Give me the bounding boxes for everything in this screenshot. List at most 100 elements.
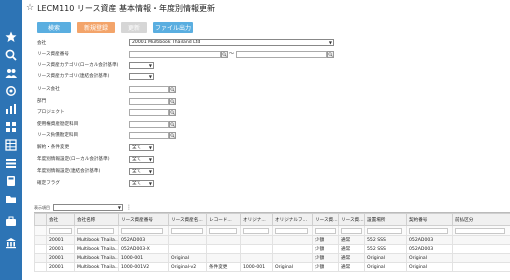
- column-filter-input[interactable]: [275, 227, 309, 234]
- column-header[interactable]: 設置場所: [364, 213, 407, 226]
- range-separator: ～: [229, 51, 235, 57]
- table-row[interactable]: 20001 Multibook Thaila... 1000-001V2 Origin…: [34, 262, 510, 272]
- table-cell: [452, 253, 510, 263]
- fy-local-select[interactable]: 全て ▼: [129, 156, 154, 163]
- debt-account-input[interactable]: [129, 132, 169, 139]
- asset-account-input[interactable]: [129, 121, 169, 128]
- column-header[interactable]: リース資産名...: [168, 213, 207, 226]
- lessor-input[interactable]: [129, 86, 169, 93]
- page-title: LECM110 リース資産 基本情報・年度別情報更新: [37, 3, 216, 13]
- project-input[interactable]: [129, 109, 169, 116]
- column-filter-input[interactable]: [209, 227, 237, 234]
- column-header[interactable]: リース資...: [312, 213, 339, 226]
- filter-cell: [312, 225, 339, 236]
- row-select-cell[interactable]: [34, 262, 47, 272]
- table-cell: [206, 253, 241, 263]
- sync-icon[interactable]: [0, 82, 22, 100]
- column-filter-input[interactable]: [409, 227, 448, 234]
- row-select-cell[interactable]: [34, 244, 47, 254]
- column-header[interactable]: リース資産番号: [118, 213, 169, 226]
- table-row[interactable]: 20001 Multibook Thaila... 052AD003-X 少額 通常 55…: [34, 244, 510, 254]
- chart-icon[interactable]: [0, 100, 22, 118]
- column-header[interactable]: 契約番号: [406, 213, 453, 226]
- column-filter-input[interactable]: [243, 227, 270, 234]
- filter-cell: [240, 225, 273, 236]
- people-icon[interactable]: [0, 64, 22, 82]
- column-filter-input[interactable]: [171, 227, 203, 234]
- column-header[interactable]: 会社: [46, 213, 75, 226]
- new-register-button[interactable]: 新規登録: [77, 22, 115, 33]
- column-filter-input[interactable]: [77, 227, 114, 234]
- lease-no-from-lookup[interactable]: [221, 51, 228, 58]
- search-icon[interactable]: [0, 46, 22, 64]
- category-consol-label: リース資産カテゴリ(連結会計基準): [37, 74, 110, 79]
- column-filter-input[interactable]: [49, 227, 72, 234]
- company-select[interactable]: 20001 Multibook Thailand Ltd ▼: [129, 39, 334, 46]
- lessor-lookup[interactable]: [169, 86, 176, 93]
- column-filter-input[interactable]: [455, 227, 505, 234]
- update-button[interactable]: 更新: [121, 22, 147, 33]
- bank-icon[interactable]: [0, 234, 22, 252]
- row-select-cell[interactable]: [34, 235, 47, 245]
- folder-icon[interactable]: [0, 190, 22, 208]
- confirm-flag-value: 全て: [132, 181, 142, 186]
- kebab-menu-icon[interactable]: ⋮: [126, 204, 132, 211]
- column-header[interactable]: 前払区分: [452, 213, 510, 226]
- favorite-star-icon[interactable]: ☆: [26, 3, 34, 13]
- category-local-label: リース資産カテゴリ(ローカル会計基準): [37, 63, 119, 68]
- column-header[interactable]: オリジナ...: [240, 213, 273, 226]
- table-cell: [272, 244, 313, 254]
- row-select-cell[interactable]: [34, 253, 47, 263]
- column-filter-input[interactable]: [121, 227, 164, 234]
- list-icon[interactable]: [0, 154, 22, 172]
- table-cell: 条件変更: [206, 262, 241, 272]
- category-local-select[interactable]: ▼: [129, 62, 154, 69]
- column-header[interactable]: リース資...: [338, 213, 365, 226]
- briefcase-icon[interactable]: [0, 212, 22, 230]
- side-nav-rail: [0, 0, 22, 280]
- lease-no-from-input[interactable]: [129, 51, 221, 58]
- asset-account-lookup[interactable]: [169, 121, 176, 128]
- debt-account-lookup[interactable]: [169, 132, 176, 139]
- star-icon[interactable]: [0, 28, 22, 46]
- chevron-down-icon: ▼: [148, 181, 152, 186]
- filter-cell: [168, 225, 207, 236]
- company-label: 会社: [37, 41, 47, 46]
- filter-cell: [452, 225, 510, 236]
- grid-icon[interactable]: [0, 118, 22, 136]
- project-lookup[interactable]: [169, 109, 176, 116]
- column-filter-input[interactable]: [315, 227, 336, 234]
- table-cell: 052AD003: [118, 235, 169, 245]
- lease-no-to-input[interactable]: [236, 51, 327, 58]
- table-row[interactable]: 20001 Multibook Thaila... 1000-001 Original…: [34, 253, 510, 263]
- category-consol-select[interactable]: ▼: [129, 73, 154, 80]
- title-bar: ☆ LECM110 リース資産 基本情報・年度別情報更新: [22, 0, 510, 16]
- calc-icon[interactable]: [0, 172, 22, 190]
- fy-consol-select[interactable]: 全て ▼: [129, 168, 154, 175]
- select-all-column-header[interactable]: [34, 213, 47, 226]
- filter-cell: [46, 225, 75, 236]
- table-cell: 552 SSS: [364, 244, 407, 254]
- lease-no-label: リース資産番号: [37, 52, 69, 57]
- column-header[interactable]: 会社名称: [74, 213, 119, 226]
- table-cell: 1000-001: [118, 253, 169, 263]
- table-icon[interactable]: [0, 136, 22, 154]
- cancel-change-select[interactable]: 全て ▼: [129, 144, 154, 151]
- dept-input[interactable]: [129, 98, 169, 105]
- table-cell: 少額: [312, 235, 339, 245]
- search-button[interactable]: 検索: [37, 22, 71, 33]
- confirm-flag-select[interactable]: 全て ▼: [129, 180, 154, 187]
- column-filter-input[interactable]: [367, 227, 403, 234]
- dept-lookup[interactable]: [169, 98, 176, 105]
- table-row[interactable]: 20001 Multibook Thaila... 052AD003 少額 通常 552 …: [34, 235, 510, 245]
- table-cell: Original: [406, 253, 453, 263]
- file-export-button[interactable]: ファイル出力: [153, 22, 193, 33]
- view-items-select[interactable]: ▼: [53, 204, 123, 211]
- lease-no-to-lookup[interactable]: [327, 51, 334, 58]
- fy-local-value: 全て: [132, 157, 142, 162]
- filter-row: [34, 225, 510, 236]
- table-cell: 552 SSS: [364, 235, 407, 245]
- column-header[interactable]: レコード...: [206, 213, 241, 226]
- column-header[interactable]: オリジナルフ...: [272, 213, 313, 226]
- column-filter-input[interactable]: [341, 227, 362, 234]
